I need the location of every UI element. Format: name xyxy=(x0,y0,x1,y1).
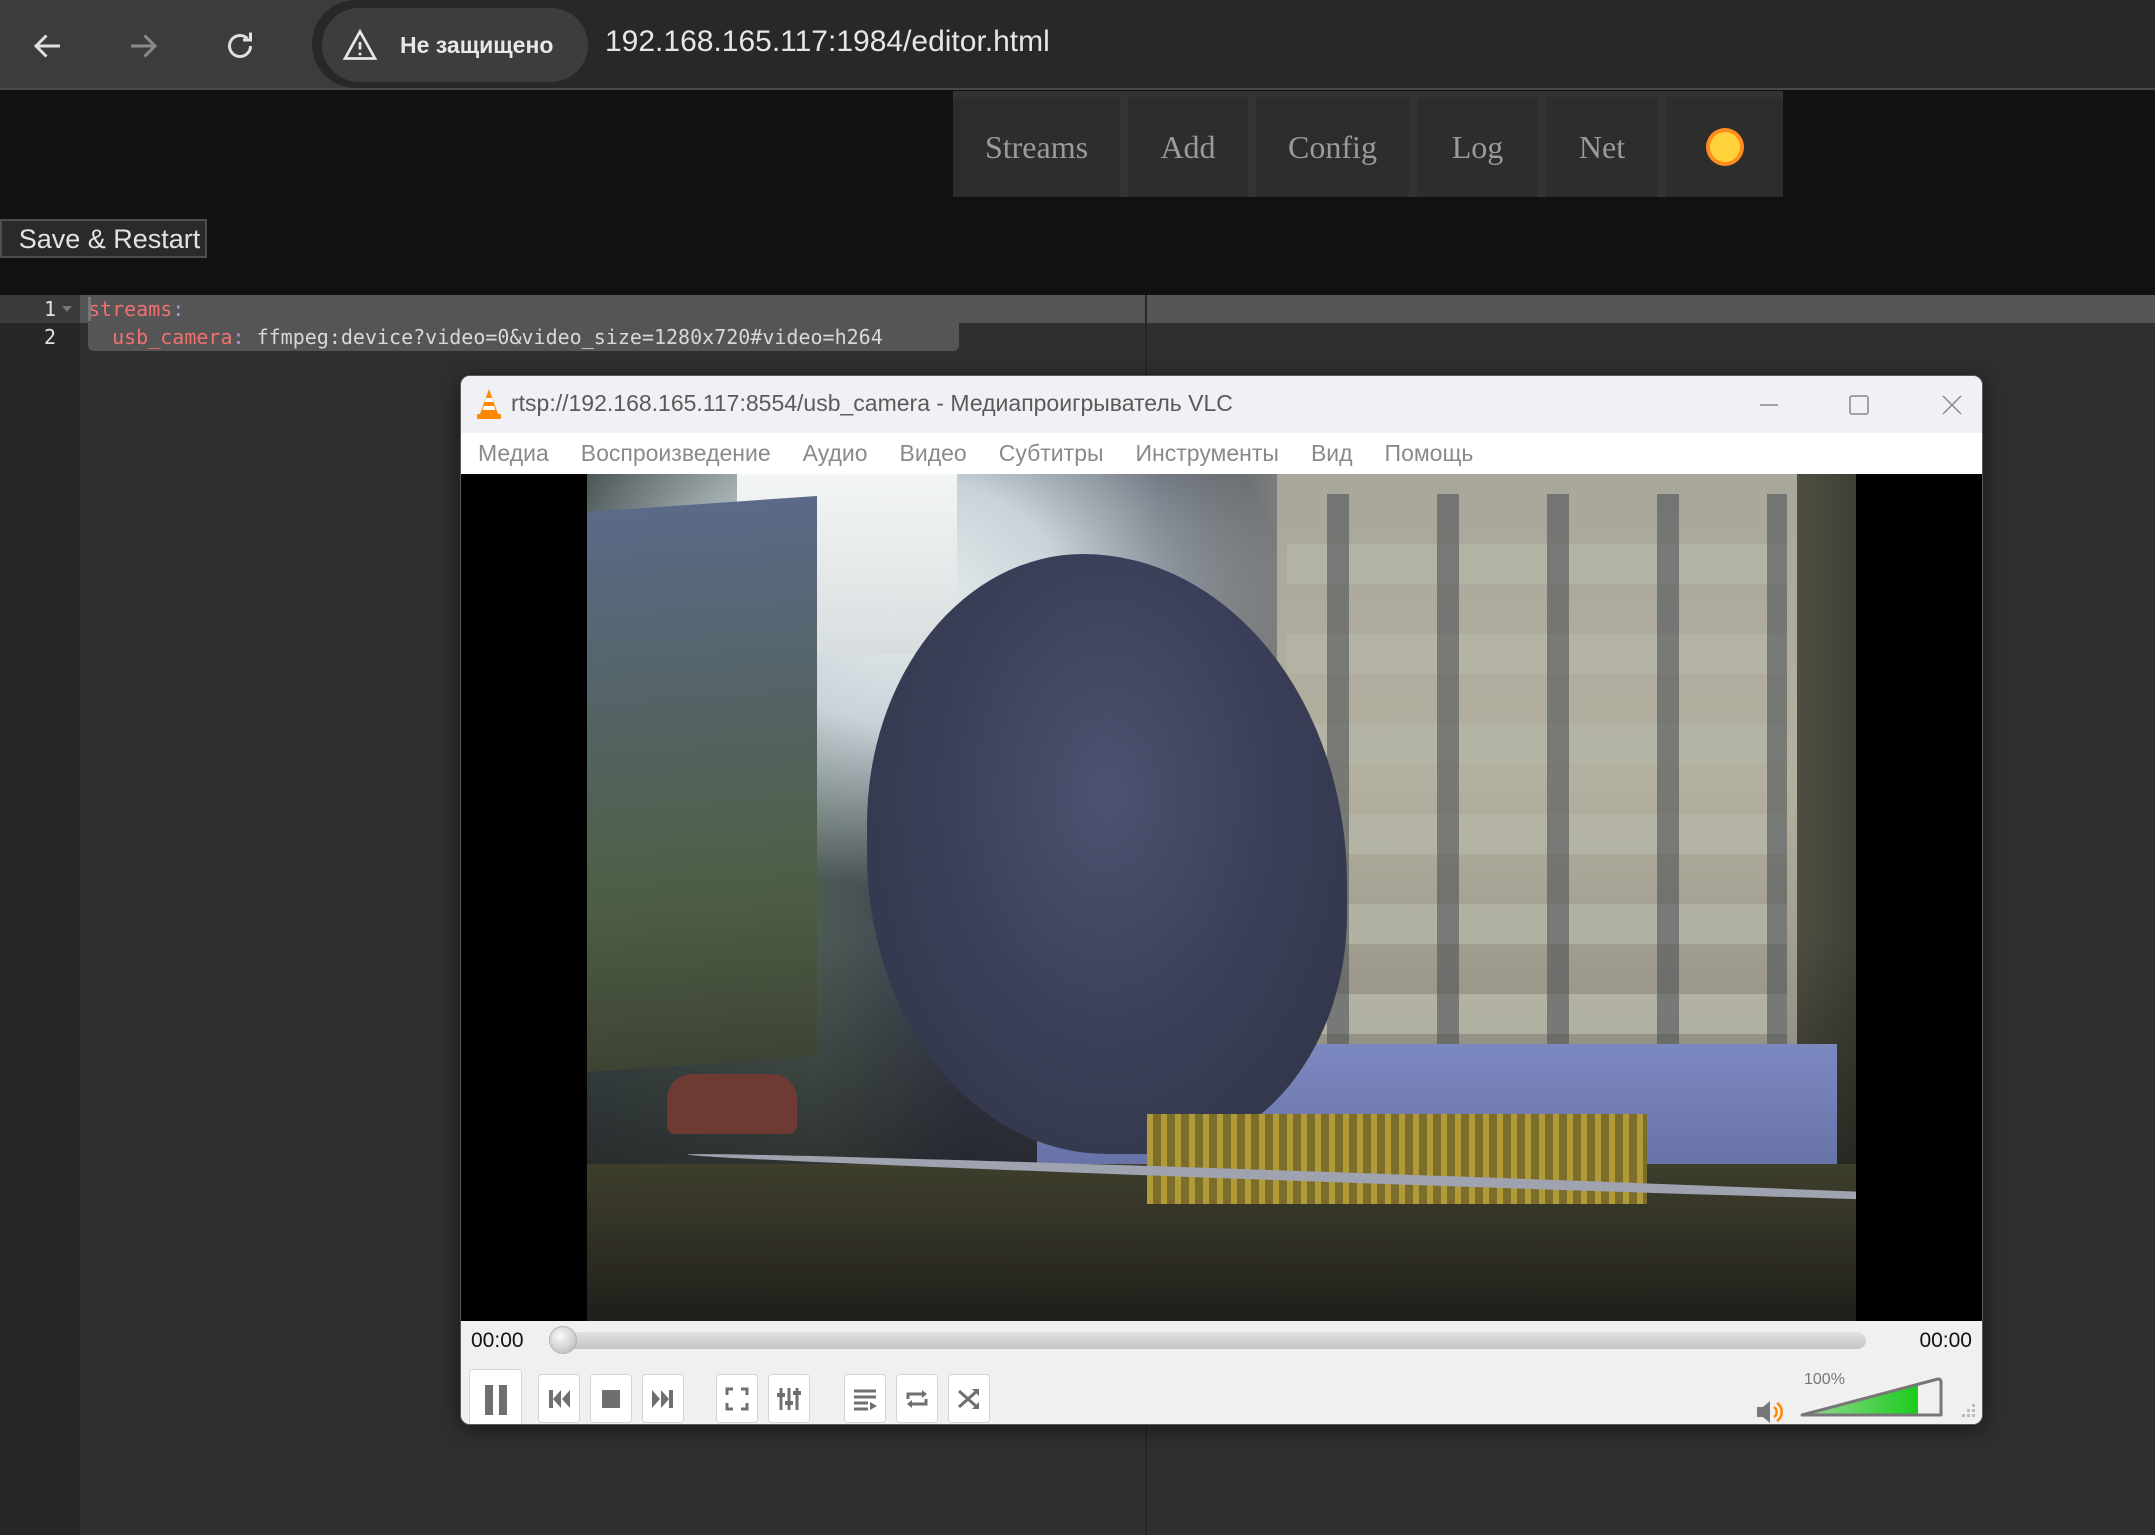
volume-fill xyxy=(1802,1379,1918,1415)
yaml-value: ffmpeg:device?video=0&video_size=1280x72… xyxy=(244,325,883,349)
stop-button[interactable] xyxy=(590,1374,632,1423)
nav-streams[interactable]: Streams xyxy=(953,97,1120,197)
fold-arrow-icon[interactable] xyxy=(62,306,72,312)
close-icon xyxy=(1942,394,1962,415)
security-indicator[interactable]: Не защищено xyxy=(322,8,588,82)
time-total: 00:00 xyxy=(1919,1329,1972,1352)
theme-toggle[interactable] xyxy=(1666,97,1783,197)
vlc-window-title: rtsp://192.168.165.117:8554/usb_camera -… xyxy=(511,390,1233,416)
yaml-colon: : xyxy=(232,325,245,349)
back-button[interactable] xyxy=(20,18,76,74)
menu-audio[interactable]: Аудио xyxy=(803,440,868,467)
warning-icon xyxy=(342,28,378,60)
fullscreen-button[interactable] xyxy=(716,1374,758,1423)
video-tree xyxy=(867,554,1347,1154)
yaml-key: usb_camera xyxy=(112,325,233,349)
volume-slider[interactable] xyxy=(1798,1374,1946,1419)
save-restart-button[interactable]: Save & Restart xyxy=(0,219,207,258)
browser-toolbar: Не защищено 192.168.165.117:1984/editor.… xyxy=(0,0,2155,90)
code-line[interactable]: usb_camera: ffmpeg:device?video=0&video_… xyxy=(88,323,883,351)
loop-button[interactable] xyxy=(896,1374,938,1423)
video-car xyxy=(667,1074,797,1134)
shuffle-button[interactable] xyxy=(948,1374,990,1423)
shuffle-icon xyxy=(958,1388,979,1409)
menu-video[interactable]: Видео xyxy=(900,440,967,467)
speaker-icon[interactable] xyxy=(1754,1396,1786,1425)
menu-media[interactable]: Медиа xyxy=(478,440,549,467)
forward-button[interactable] xyxy=(115,18,171,74)
menu-subtitles[interactable]: Субтитры xyxy=(999,440,1104,467)
skip-previous-icon xyxy=(549,1389,570,1408)
vlc-title-bar[interactable]: rtsp://192.168.165.117:8554/usb_camera -… xyxy=(461,376,1982,433)
menu-help[interactable]: Помощь xyxy=(1385,440,1474,467)
arrow-left-icon xyxy=(33,34,60,58)
repeat-icon xyxy=(906,1389,928,1408)
seek-bar[interactable] xyxy=(556,1332,1866,1349)
pause-button[interactable] xyxy=(469,1369,522,1424)
maximize-button[interactable] xyxy=(1814,376,1904,433)
url-text[interactable]: 192.168.165.117:1984/editor.html xyxy=(605,20,1050,64)
sun-icon xyxy=(1709,132,1740,162)
arrow-right-icon xyxy=(131,34,158,58)
menu-tools[interactable]: Инструменты xyxy=(1136,440,1279,467)
nav-net[interactable]: Net xyxy=(1546,97,1658,197)
stop-icon xyxy=(602,1389,620,1408)
resize-grip-icon[interactable] xyxy=(1960,1404,1976,1420)
vlc-window: rtsp://192.168.165.117:8554/usb_camera -… xyxy=(460,375,1983,1425)
minimize-button[interactable] xyxy=(1724,376,1814,433)
reload-icon xyxy=(228,32,252,58)
editor-gutter: 1 2 xyxy=(0,295,80,1535)
reload-button[interactable] xyxy=(212,18,268,74)
video-area[interactable] xyxy=(461,474,1982,1321)
nav-log[interactable]: Log xyxy=(1417,97,1538,197)
text-cursor xyxy=(88,297,91,321)
nav-config[interactable]: Config xyxy=(1256,97,1409,197)
line-number: 2 xyxy=(43,325,56,349)
vlc-menu-bar: Медиа Воспроизведение Аудио Видео Субтит… xyxy=(461,433,1982,474)
extended-settings-button[interactable] xyxy=(768,1374,810,1423)
playlist-icon xyxy=(854,1389,877,1410)
fullscreen-icon xyxy=(725,1387,749,1410)
yaml-colon: : xyxy=(172,297,185,321)
playlist-button[interactable] xyxy=(844,1374,886,1423)
video-fence xyxy=(1147,1114,1647,1204)
security-label: Не защищено xyxy=(400,31,554,58)
vlc-cone-icon xyxy=(477,389,501,419)
active-line-highlight xyxy=(80,295,2155,323)
skip-next-icon xyxy=(652,1389,673,1408)
minimize-icon xyxy=(1760,403,1778,406)
address-bar[interactable] xyxy=(312,0,2155,88)
equalizer-icon xyxy=(777,1387,801,1410)
next-button[interactable] xyxy=(642,1374,684,1423)
time-elapsed[interactable]: 00:00 xyxy=(471,1329,524,1353)
video-frame xyxy=(587,474,1856,1321)
pause-icon xyxy=(484,1384,507,1415)
vlc-controls: 00:00 00:00 100% xyxy=(461,1321,1982,1425)
nav-add[interactable]: Add xyxy=(1128,97,1248,197)
code-line[interactable]: streams: xyxy=(88,295,184,323)
top-nav: Streams Add Config Log Net xyxy=(953,91,1783,197)
yaml-key: streams xyxy=(88,297,173,321)
menu-view[interactable]: Вид xyxy=(1311,440,1353,467)
maximize-icon xyxy=(1849,394,1869,415)
menu-playback[interactable]: Воспроизведение xyxy=(581,440,771,467)
previous-button[interactable] xyxy=(538,1374,580,1423)
seek-handle[interactable] xyxy=(549,1326,577,1354)
close-button[interactable] xyxy=(1907,376,1982,433)
video-building-windows xyxy=(1287,494,1787,1074)
video-building-left xyxy=(587,495,817,1073)
